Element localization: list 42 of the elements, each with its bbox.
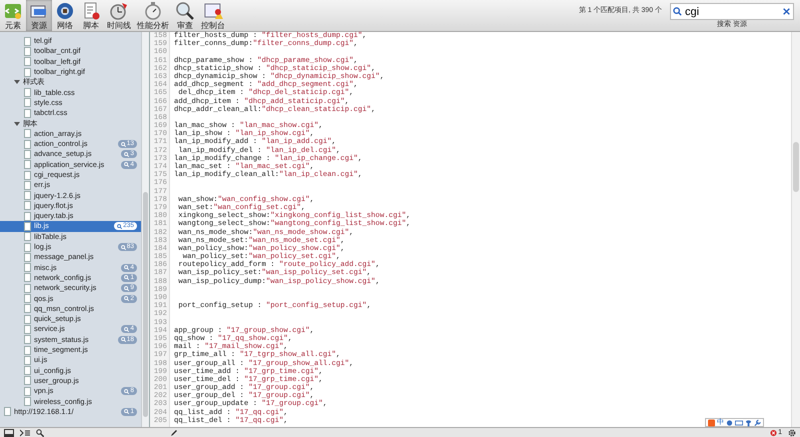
search-icon	[124, 286, 130, 291]
wrench-icon[interactable]	[754, 418, 762, 426]
error-icon[interactable]	[770, 428, 778, 436]
magnifier-icon	[175, 1, 195, 21]
search-icon	[124, 388, 130, 394]
toolbar-tab[interactable]: 资源	[26, 0, 52, 31]
file-icon	[4, 407, 11, 416]
search-icon	[124, 152, 130, 157]
dock-icon[interactable]	[4, 428, 14, 436]
toolbar-tab[interactable]: 控制台	[198, 0, 228, 31]
search-icon	[124, 162, 130, 168]
scrollbar[interactable]	[141, 32, 149, 427]
disclosure-triangle-icon[interactable]	[14, 120, 20, 127]
element-icon	[3, 1, 23, 21]
console-icon[interactable]	[20, 428, 30, 436]
toolbar-tab[interactable]: 网络	[52, 0, 78, 31]
search-icon	[120, 337, 126, 342]
toolbar-tab[interactable]: 审查	[172, 0, 198, 31]
console-icon	[203, 1, 223, 21]
search-icon	[124, 275, 130, 280]
search-icon	[124, 265, 130, 270]
clock-icon	[109, 1, 129, 21]
toolbar-tab[interactable]: 脚本	[78, 0, 104, 31]
disclosure-triangle-icon[interactable]	[14, 79, 20, 86]
search-icon	[120, 142, 126, 147]
search-icon	[124, 409, 130, 414]
search-icon	[124, 326, 130, 332]
toolbar-tab[interactable]: 时间线	[104, 0, 134, 31]
search-field[interactable]: cgi	[670, 3, 794, 20]
keyboard-icon[interactable]	[735, 418, 744, 426]
search-icon	[124, 296, 130, 302]
scrollbar[interactable]	[791, 32, 800, 427]
search-icon	[120, 244, 126, 250]
close-icon[interactable]	[783, 8, 790, 15]
search-icon[interactable]	[36, 428, 44, 436]
stopwatch-icon	[143, 1, 163, 21]
settings-icon[interactable]	[788, 428, 796, 436]
toolbar-tab[interactable]: 性能分析	[134, 0, 172, 31]
search-icon	[673, 7, 682, 16]
pencil-icon[interactable]	[170, 428, 178, 436]
search-icon	[117, 224, 122, 229]
toolbar-tab[interactable]: 元素	[0, 0, 26, 31]
